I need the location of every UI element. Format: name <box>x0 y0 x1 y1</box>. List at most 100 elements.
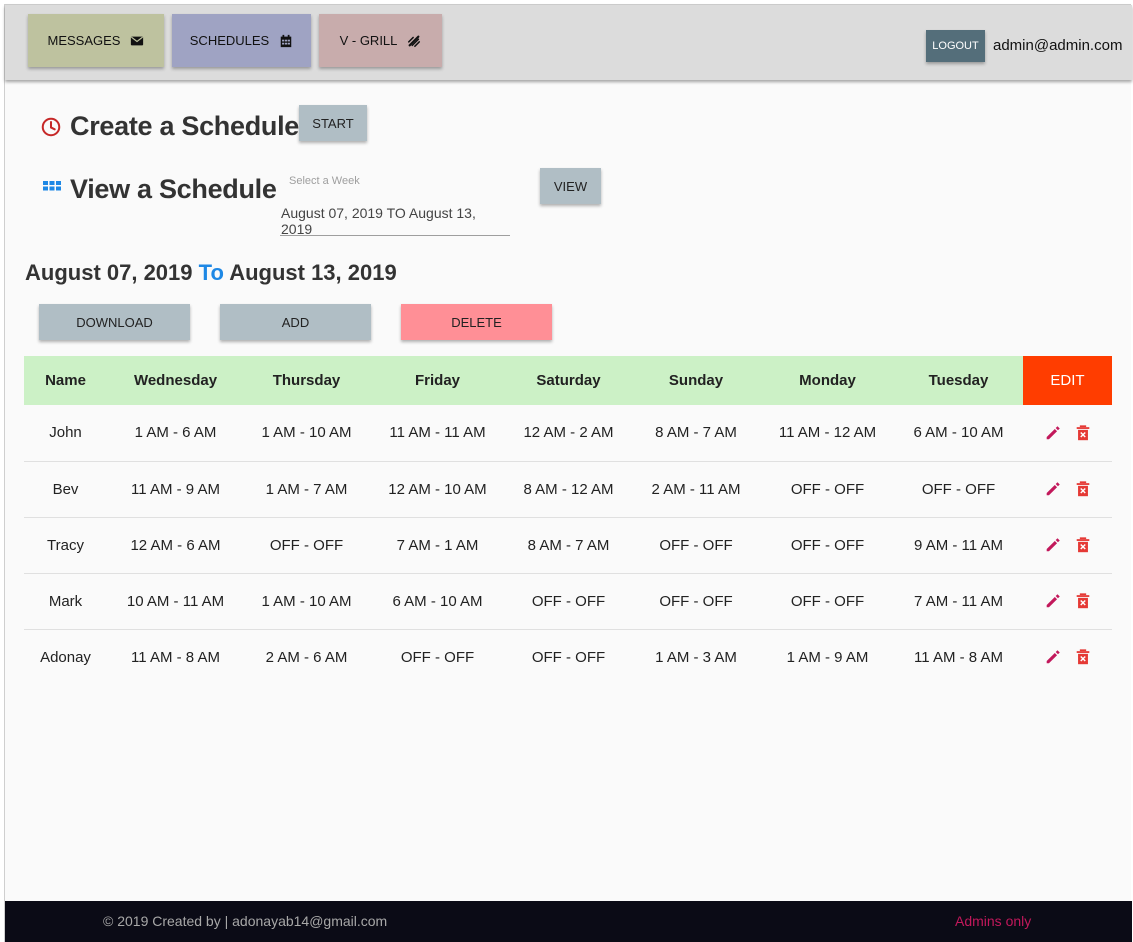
trash-icon[interactable] <box>1074 648 1092 666</box>
shift-cell: 6 AM - 10 AM <box>369 573 506 630</box>
shift-cell: OFF - OFF <box>761 517 894 574</box>
shift-cell: OFF - OFF <box>894 461 1023 518</box>
shift-cell: 1 AM - 6 AM <box>107 405 244 462</box>
header-thursday: Thursday <box>244 356 369 405</box>
shift-cell: OFF - OFF <box>244 517 369 574</box>
shift-cell: OFF - OFF <box>761 461 894 518</box>
week-select-label: Select a Week <box>289 175 360 187</box>
range-start: August 07, 2019 <box>25 260 193 285</box>
table-row: Bev 11 AM - 9 AM 1 AM - 7 AM 12 AM - 10 AM 8… <box>24 461 1112 518</box>
grill-icon <box>408 35 421 47</box>
grid-icon <box>43 181 61 191</box>
pencil-icon[interactable] <box>1044 424 1062 442</box>
shift-cell: 10 AM - 11 AM <box>107 573 244 630</box>
shift-cell: 11 AM - 12 AM <box>761 405 894 462</box>
header-monday: Monday <box>761 356 894 405</box>
trash-icon[interactable] <box>1074 536 1092 554</box>
shift-cell: 12 AM - 10 AM <box>369 461 506 518</box>
shift-cell: 12 AM - 6 AM <box>107 517 244 574</box>
table-row: Tracy 12 AM - 6 AM OFF - OFF 7 AM - 1 AM 8 A… <box>24 517 1112 574</box>
week-select[interactable]: August 07, 2019 TO August 13, 2019 <box>280 205 510 237</box>
shift-cell: 11 AM - 9 AM <box>107 461 244 518</box>
shift-cell: 1 AM - 9 AM <box>786 648 869 666</box>
row-actions-cell <box>1023 629 1112 685</box>
shift-cell: 9 AM - 11 AM <box>894 517 1023 574</box>
footer-admins-only: Admins only <box>955 913 1032 929</box>
shift-cell: 1 AM - 3 AM <box>655 648 737 666</box>
shift-cell: OFF - OFF <box>531 648 606 666</box>
trash-icon[interactable] <box>1074 592 1092 610</box>
start-button[interactable]: START <box>299 105 367 141</box>
employee-name-cell: John <box>24 405 107 462</box>
shift-cell: 11 AM - 8 AM <box>914 648 1003 666</box>
footer-copyright: © 2019 Created by | adonayab14@gmail.com <box>103 913 388 929</box>
employee-name-cell: Adonay <box>40 648 91 666</box>
shift-cell: OFF - OFF <box>506 573 631 630</box>
logout-button[interactable]: LOGOUT <box>926 30 985 62</box>
header-edit: EDIT <box>1023 356 1112 405</box>
row-actions-cell <box>1023 405 1112 462</box>
employee-name-cell: Tracy <box>24 517 107 574</box>
pencil-icon[interactable] <box>1044 592 1062 610</box>
schedules-label: SCHEDULES <box>189 33 270 48</box>
table-row: John 1 AM - 6 AM 1 AM - 10 AM 11 AM - 11 AM… <box>24 405 1112 462</box>
header-sunday: Sunday <box>631 356 761 405</box>
row-actions-cell <box>1023 517 1112 574</box>
trash-icon[interactable] <box>1074 424 1092 442</box>
messages-button[interactable]: MESSAGES <box>28 14 164 67</box>
table-header-row: Name Wednesday Thursday Friday Saturday … <box>24 356 1112 405</box>
shift-cell: OFF - OFF <box>631 573 761 630</box>
row-actions-cell <box>1023 461 1112 518</box>
envelope-icon <box>131 36 144 45</box>
table-row: Mark 10 AM - 11 AM 1 AM - 10 AM 6 AM - 10 A… <box>24 573 1112 630</box>
shift-cell: 11 AM - 11 AM <box>369 405 506 462</box>
delete-button[interactable]: DELETE <box>401 304 552 340</box>
schedule-range-title: August 07, 2019 To August 13, 2019 <box>25 260 397 286</box>
schedules-button[interactable]: SCHEDULES <box>172 14 311 67</box>
employee-name-cell: Mark <box>24 573 107 630</box>
shift-cell: 11 AM - 8 AM <box>131 648 220 666</box>
top-navbar: MESSAGES SCHEDULES V - GRILL LOGOUT admi… <box>5 5 1132 80</box>
shift-cell: 7 AM - 11 AM <box>894 573 1023 630</box>
footer: © 2019 Created by | adonayab14@gmail.com… <box>5 901 1132 942</box>
row-actions <box>1023 536 1112 554</box>
shift-cell: 2 AM - 11 AM <box>631 461 761 518</box>
clock-icon <box>41 117 61 137</box>
header-name: Name <box>24 356 107 405</box>
row-actions <box>1023 480 1112 498</box>
view-button[interactable]: VIEW <box>540 168 601 204</box>
shift-cell: OFF - OFF <box>400 648 475 666</box>
shift-cell: 2 AM - 6 AM <box>265 648 348 666</box>
row-actions <box>1023 424 1112 442</box>
create-schedule-title: Create a Schedule <box>70 111 300 141</box>
add-button[interactable]: ADD <box>220 304 371 340</box>
row-actions-cell <box>1023 573 1112 630</box>
shift-cell: 8 AM - 12 AM <box>506 461 631 518</box>
shift-cell: 6 AM - 10 AM <box>894 405 1023 462</box>
header-tuesday: Tuesday <box>894 356 1023 405</box>
range-to: To <box>198 260 224 285</box>
view-schedule-title: View a Schedule <box>70 174 277 204</box>
row-actions <box>1023 592 1112 610</box>
shift-cell: 7 AM - 1 AM <box>369 517 506 574</box>
trash-icon[interactable] <box>1074 480 1092 498</box>
shift-cell: 1 AM - 10 AM <box>244 405 369 462</box>
shift-cell: 8 AM - 7 AM <box>631 405 761 462</box>
vgrill-label: V - GRILL <box>339 33 398 48</box>
calendar-icon <box>280 34 292 47</box>
shift-cell: 12 AM - 2 AM <box>506 405 631 462</box>
header-friday: Friday <box>369 356 506 405</box>
range-end: August 13, 2019 <box>229 260 397 285</box>
app-frame: MESSAGES SCHEDULES V - GRILL LOGOUT admi… <box>4 4 1132 942</box>
pencil-icon[interactable] <box>1044 648 1062 666</box>
shift-cell: 1 AM - 7 AM <box>244 461 369 518</box>
pencil-icon[interactable] <box>1044 480 1062 498</box>
pencil-icon[interactable] <box>1044 536 1062 554</box>
shift-cell: 8 AM - 7 AM <box>506 517 631 574</box>
employee-name-cell: Bev <box>24 461 107 518</box>
shift-cell: OFF - OFF <box>761 573 894 630</box>
messages-label: MESSAGES <box>47 33 121 48</box>
header-wednesday: Wednesday <box>107 356 244 405</box>
download-button[interactable]: DOWNLOAD <box>39 304 190 340</box>
vgrill-button[interactable]: V - GRILL <box>319 14 442 67</box>
